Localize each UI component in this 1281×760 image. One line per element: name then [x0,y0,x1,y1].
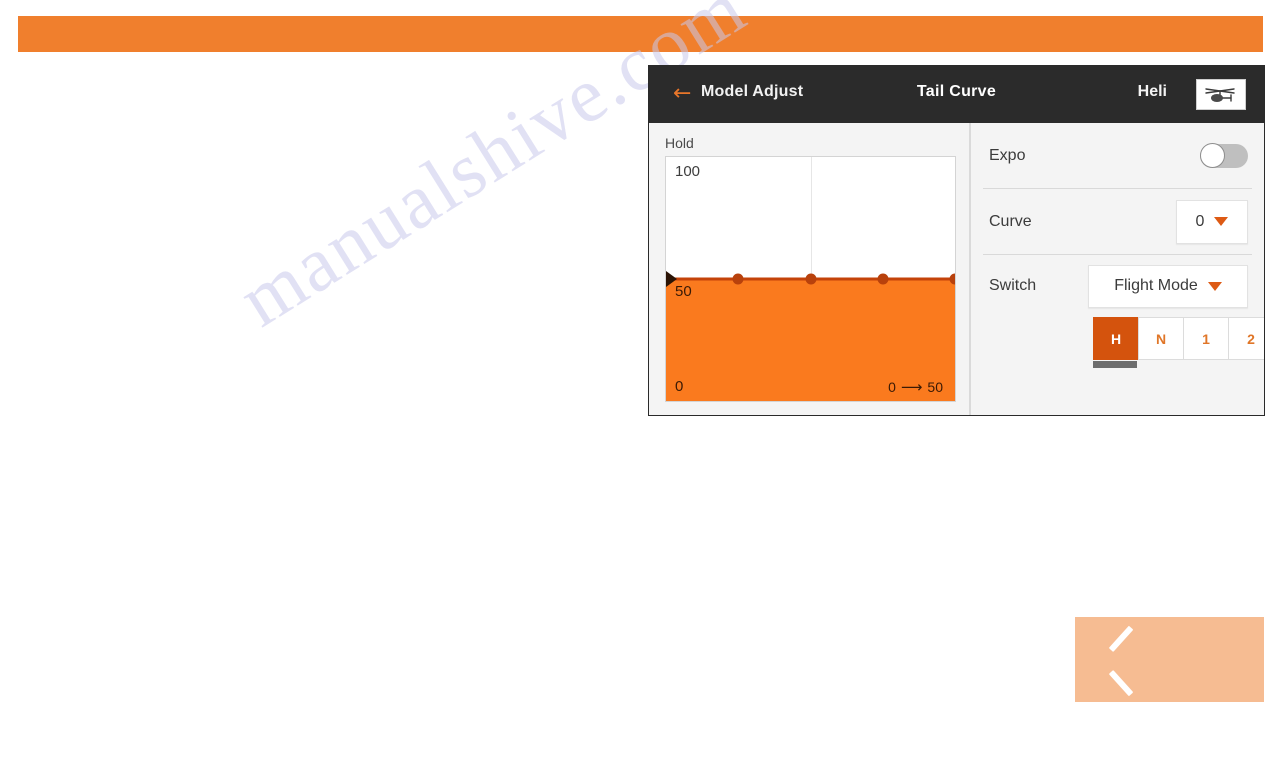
settings-pane: Expo Curve 0 Switch Flight Mode H N 1 2 [971,123,1264,415]
switch-select[interactable]: Flight Mode [1088,264,1248,308]
segment-n[interactable]: N [1138,317,1184,360]
row-expo: Expo [983,123,1252,189]
flight-mode-segments: H N 1 2 [1093,317,1264,360]
expo-label: Expo [989,146,1026,164]
range-from: 0 [888,379,896,395]
segment-1[interactable]: 1 [1183,317,1229,360]
device-body: Hold 100 50 0 0 ⟶ 50 Expo Curve 0 Switch… [649,123,1264,415]
chevron-down-icon [1207,281,1222,291]
switch-value: Flight Mode [1114,277,1198,294]
switch-top-row: Switch Flight Mode [983,255,1252,317]
chart-pane: Hold 100 50 0 0 ⟶ 50 [649,123,971,415]
chevron-down-icon [1214,217,1229,226]
chart-point[interactable] [805,273,816,285]
helicopter-icon[interactable] [1196,79,1246,110]
curve-select[interactable]: 0 [1176,199,1248,244]
top-banner [18,16,1263,52]
previous-page-button[interactable] [1075,617,1264,702]
chart-axis-label-top: 100 [675,163,701,180]
expo-toggle[interactable] [1200,142,1248,168]
tail-curve-chart[interactable]: 100 50 0 0 ⟶ 50 [665,156,956,402]
chart-caption: Hold [665,135,694,151]
chart-axis-label-mid: 50 [675,283,692,300]
curve-label: Curve [989,212,1032,230]
row-curve: Curve 0 [983,189,1252,255]
row-switch: Switch Flight Mode H N 1 2 [983,255,1264,373]
segment-scroll-indicator[interactable] [1093,361,1137,368]
device-header: ← Model Adjust Tail Curve Heli [649,66,1264,123]
chevron-left-icon [1107,634,1137,686]
chart-start-marker [666,271,677,287]
segment-2[interactable]: 2 [1228,317,1264,360]
page-title: Tail Curve [916,83,997,100]
model-name: Heli [1137,83,1167,100]
range-to: 50 [927,379,943,395]
segment-h[interactable]: H [1093,317,1139,360]
chart-point[interactable] [732,273,744,285]
chart-point[interactable] [949,273,955,285]
device-screenshot-panel: ← Model Adjust Tail Curve Heli Hold 100 … [649,66,1264,415]
chart-range-readout: 0 ⟶ 50 [888,379,943,395]
chart-axis-label-bottom: 0 [675,378,684,395]
curve-value: 0 [1195,212,1205,230]
switch-select-wrap: Flight Mode [1088,264,1248,308]
curve-select-wrap: 0 [1176,199,1248,244]
switch-label: Switch [989,277,1037,294]
toggle-knob [1200,142,1225,168]
chart-point[interactable] [877,273,889,285]
expo-toggle-wrap [1200,142,1248,168]
right-arrow-icon: ⟶ [900,377,923,396]
